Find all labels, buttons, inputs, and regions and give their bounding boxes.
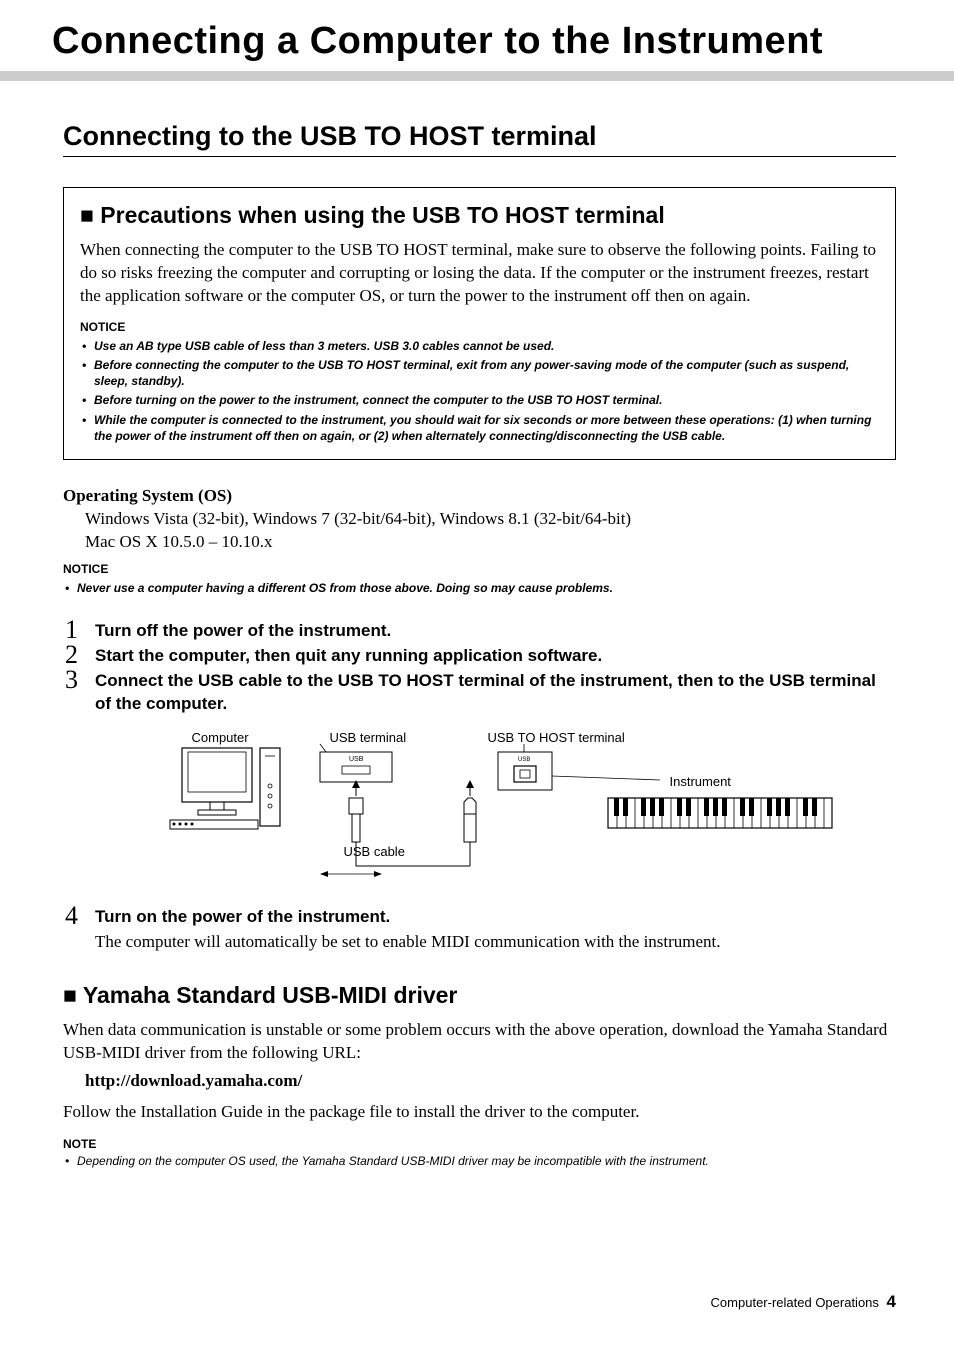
- notice-item: Use an AB type USB cable of less than 3 …: [94, 338, 879, 354]
- usb-port-text: USB: [518, 757, 530, 763]
- step-item: 2 Start the computer, then quit any runn…: [63, 645, 896, 668]
- driver-heading: ■ Yamaha Standard USB-MIDI driver: [63, 982, 896, 1009]
- notice-label: NOTICE: [80, 320, 879, 334]
- step-text: Connect the USB cable to the USB TO HOST…: [95, 671, 876, 713]
- os-block: Operating System (OS) Windows Vista (32-…: [63, 486, 896, 596]
- driver-url: http://download.yamaha.com/: [63, 1071, 896, 1091]
- step-text: Turn off the power of the instrument.: [95, 621, 391, 640]
- section-title: Connecting to the USB TO HOST terminal: [63, 121, 896, 157]
- step-text: Turn on the power of the instrument.: [95, 907, 390, 926]
- square-marker: ■: [80, 202, 100, 228]
- step-item: 3 Connect the USB cable to the USB TO HO…: [63, 670, 896, 716]
- driver-body2: Follow the Installation Guide in the pac…: [63, 1101, 896, 1124]
- precautions-box: ■ Precautions when using the USB TO HOST…: [63, 187, 896, 460]
- note-label: NOTE: [63, 1137, 896, 1151]
- connection-diagram: Computer USB terminal USB TO HOST termin…: [120, 726, 840, 886]
- precautions-heading-text: Precautions when using the USB TO HOST t…: [100, 202, 664, 228]
- note-list: Depending on the computer OS used, the Y…: [63, 1153, 896, 1169]
- steps-list-cont: 4 Turn on the power of the instrument. T…: [63, 906, 896, 954]
- step-body: The computer will automatically be set t…: [95, 931, 896, 954]
- notice-label: NOTICE: [63, 562, 896, 576]
- notice-list: Never use a computer having a different …: [63, 580, 896, 596]
- os-heading: Operating System (OS): [63, 486, 896, 506]
- diagram-svg: USB USB: [120, 726, 840, 886]
- notice-item: Before connecting the computer to the US…: [94, 357, 879, 389]
- chapter-title: Connecting a Computer to the Instrument: [52, 0, 904, 71]
- notice-item: Never use a computer having a different …: [77, 580, 896, 596]
- page-footer: Computer-related Operations 4: [711, 1292, 896, 1312]
- driver-heading-text: Yamaha Standard USB-MIDI driver: [83, 982, 458, 1008]
- step-item: 4 Turn on the power of the instrument. T…: [63, 906, 896, 954]
- footer-doc-title: Computer-related Operations: [711, 1295, 879, 1310]
- notice-item: While the computer is connected to the i…: [94, 412, 879, 444]
- usb-port-text: USB: [349, 756, 364, 763]
- page-content: Connecting to the USB TO HOST terminal ■…: [0, 121, 954, 1170]
- os-windows: Windows Vista (32-bit), Windows 7 (32-bi…: [63, 508, 896, 531]
- precautions-heading: ■ Precautions when using the USB TO HOST…: [80, 202, 879, 229]
- steps-list: 1 Turn off the power of the instrument. …: [63, 620, 896, 716]
- precautions-body: When connecting the computer to the USB …: [80, 239, 879, 308]
- step-item: 1 Turn off the power of the instrument.: [63, 620, 896, 643]
- step-number: 4: [65, 901, 78, 931]
- note-item: Depending on the computer OS used, the Y…: [77, 1153, 896, 1169]
- chapter-header: Connecting a Computer to the Instrument: [0, 0, 954, 81]
- step-number: 3: [65, 665, 78, 695]
- footer-page-number: 4: [887, 1292, 896, 1311]
- notice-item: Before turning on the power to the instr…: [94, 392, 879, 408]
- notice-list: Use an AB type USB cable of less than 3 …: [80, 338, 879, 444]
- os-notice-block: NOTICE Never use a computer having a dif…: [63, 562, 896, 596]
- square-marker: ■: [63, 982, 83, 1008]
- step-text: Start the computer, then quit any runnin…: [95, 646, 602, 665]
- driver-body1: When data communication is unstable or s…: [63, 1019, 896, 1065]
- os-mac: Mac OS X 10.5.0 – 10.10.x: [63, 531, 896, 554]
